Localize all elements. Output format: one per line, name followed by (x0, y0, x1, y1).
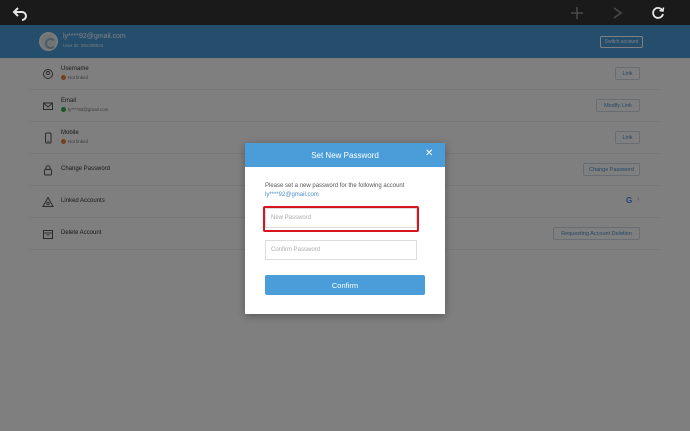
dim-nav-icon (613, 7, 623, 19)
dialog-instruction: Please set a new password for the follow… (265, 183, 405, 189)
close-icon[interactable]: ✕ (425, 149, 433, 159)
dialog-title: Set New Password (311, 151, 379, 160)
dialog-account: ly****92@gmail.com (265, 192, 319, 198)
dim-nav-icon (571, 7, 583, 19)
back-arrow-icon (12, 7, 27, 21)
confirm-button[interactable]: Confirm (265, 275, 425, 295)
refresh-icon (652, 7, 665, 19)
focus-highlight-box (263, 206, 419, 232)
nav-button-2[interactable] (608, 3, 628, 23)
top-bar (0, 0, 690, 25)
confirm-password-input[interactable]: Confirm Password (265, 240, 417, 260)
dialog-header: Set New Password ✕ (245, 143, 445, 167)
refresh-button[interactable] (648, 3, 668, 23)
nav-button-1[interactable] (567, 3, 587, 23)
back-button[interactable] (10, 3, 30, 23)
